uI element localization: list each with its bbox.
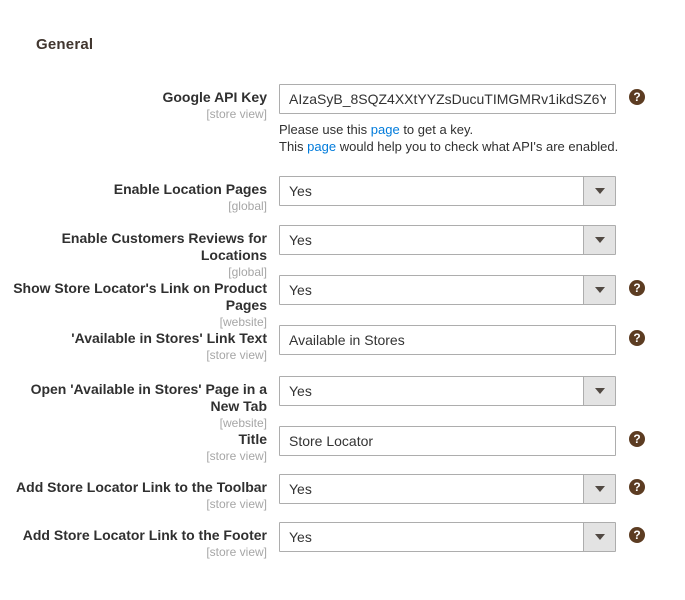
field-row: Title[store view]? [0, 426, 685, 464]
field-label-text: 'Available in Stores' Link Text [0, 330, 267, 347]
section-heading: General [36, 36, 93, 53]
field-label: Title[store view] [0, 426, 279, 464]
field-note: Please use this page to get a key.This p… [279, 121, 639, 155]
chevron-down-icon[interactable] [583, 475, 615, 503]
field-label-text: Show Store Locator's Link on Product Pag… [0, 280, 267, 314]
note-text: to get a key. [400, 122, 473, 137]
caret-down-glyph [595, 486, 605, 492]
field-control: Yes? [279, 474, 616, 504]
select-selected-value: Yes [280, 276, 583, 304]
note-text: would help you to check what API's are e… [336, 139, 618, 154]
field-label-text: Add Store Locator Link to the Toolbar [0, 479, 267, 496]
text-input[interactable] [279, 325, 616, 355]
field-label-text: Enable Customers Reviews for Locations [0, 230, 267, 264]
field-row: Add Store Locator Link to the Footer[sto… [0, 522, 685, 560]
field-label: Show Store Locator's Link on Product Pag… [0, 275, 279, 330]
field-control: Yes? [279, 176, 616, 206]
chevron-down-icon[interactable] [583, 377, 615, 405]
field-row: 'Available in Stores' Link Text[store vi… [0, 325, 685, 363]
field-row: Enable Location Pages[global]Yes? [0, 176, 685, 214]
field-row: Enable Customers Reviews for Locations[g… [0, 225, 685, 280]
select-dropdown[interactable]: Yes [279, 225, 616, 255]
select-dropdown[interactable]: Yes [279, 275, 616, 305]
select-dropdown[interactable]: Yes [279, 176, 616, 206]
field-label: Add Store Locator Link to the Toolbar[st… [0, 474, 279, 512]
chevron-down-icon[interactable] [583, 226, 615, 254]
field-control: ? [279, 325, 616, 355]
chevron-down-icon[interactable] [583, 523, 615, 551]
field-row: Add Store Locator Link to the Toolbar[st… [0, 474, 685, 512]
field-label-text: Open 'Available in Stores' Page in a New… [0, 381, 267, 415]
select-dropdown[interactable]: Yes [279, 522, 616, 552]
select-selected-value: Yes [280, 177, 583, 205]
field-label: Enable Location Pages[global] [0, 176, 279, 214]
field-control: Yes? [279, 522, 616, 552]
text-input[interactable] [279, 84, 616, 114]
note-link-check-api[interactable]: page [307, 139, 336, 154]
field-label: Open 'Available in Stores' Page in a New… [0, 376, 279, 431]
field-scope-label: [store view] [0, 449, 267, 464]
select-selected-value: Yes [280, 475, 583, 503]
field-label-text: Enable Location Pages [0, 181, 267, 198]
help-question-icon[interactable]: ? [629, 527, 645, 543]
field-scope-label: [store view] [0, 107, 267, 122]
field-label: Enable Customers Reviews for Locations[g… [0, 225, 279, 280]
field-row: Open 'Available in Stores' Page in a New… [0, 376, 685, 431]
field-scope-label: [store view] [0, 545, 267, 560]
config-section-general: General Google API Key[store view]Please… [0, 0, 685, 600]
field-control: Yes? [279, 225, 616, 255]
caret-down-glyph [595, 287, 605, 293]
help-question-icon[interactable]: ? [629, 89, 645, 105]
help-question-icon[interactable]: ? [629, 431, 645, 447]
field-label: Google API Key[store view] [0, 84, 279, 122]
text-input[interactable] [279, 426, 616, 456]
field-note-line-1: Please use this page to get a key. [279, 121, 639, 138]
help-question-icon[interactable]: ? [629, 479, 645, 495]
field-label-text: Title [0, 431, 267, 448]
field-control: Yes? [279, 376, 616, 406]
field-row: Show Store Locator's Link on Product Pag… [0, 275, 685, 330]
field-scope-label: [global] [0, 199, 267, 214]
field-label: 'Available in Stores' Link Text[store vi… [0, 325, 279, 363]
caret-down-glyph [595, 388, 605, 394]
select-selected-value: Yes [280, 523, 583, 551]
field-control: ? [279, 426, 616, 456]
field-label-text: Google API Key [0, 89, 267, 106]
field-row: Google API Key[store view]Please use thi… [0, 84, 685, 155]
help-question-icon[interactable]: ? [629, 330, 645, 346]
field-scope-label: [store view] [0, 348, 267, 363]
field-note-line-2: This page would help you to check what A… [279, 138, 639, 155]
chevron-down-icon[interactable] [583, 276, 615, 304]
select-selected-value: Yes [280, 226, 583, 254]
note-text: This [279, 139, 307, 154]
note-link-get-key[interactable]: page [371, 122, 400, 137]
field-label-text: Add Store Locator Link to the Footer [0, 527, 267, 544]
caret-down-glyph [595, 237, 605, 243]
note-text: Please use this [279, 122, 371, 137]
help-question-icon[interactable]: ? [629, 280, 645, 296]
field-label: Add Store Locator Link to the Footer[sto… [0, 522, 279, 560]
caret-down-glyph [595, 534, 605, 540]
select-dropdown[interactable]: Yes [279, 474, 616, 504]
field-control: Please use this page to get a key.This p… [279, 84, 639, 155]
field-scope-label: [store view] [0, 497, 267, 512]
caret-down-glyph [595, 188, 605, 194]
chevron-down-icon[interactable] [583, 177, 615, 205]
select-selected-value: Yes [280, 377, 583, 405]
field-control: Yes? [279, 275, 616, 305]
select-dropdown[interactable]: Yes [279, 376, 616, 406]
